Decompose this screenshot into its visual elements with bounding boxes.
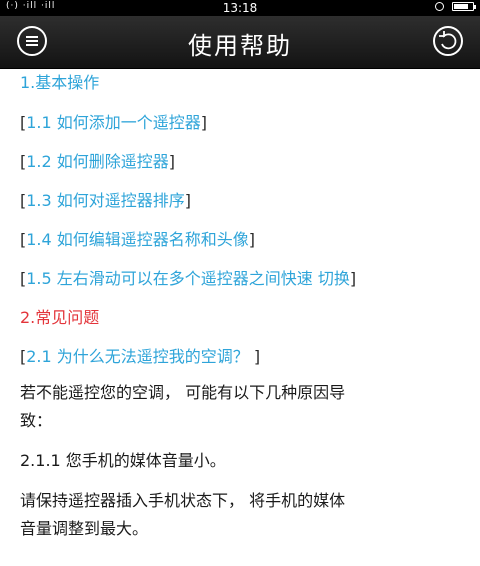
alarm-icon <box>435 2 444 11</box>
answer-line: 音量调整到最大。 <box>20 519 149 538</box>
battery-icon <box>452 2 476 11</box>
status-time: 13:18 <box>222 1 258 15</box>
link-text: 1.3 如何对遥控器排序 <box>26 191 185 210</box>
answer-paragraph-2: 2.1.1 您手机的媒体音量小。 <box>20 451 226 470</box>
link-text: 1.5 左右滑动可以在多个遥控器之间快速 切换 <box>26 269 350 288</box>
link-text: 1.1 如何添加一个遥控器 <box>26 113 201 132</box>
help-link-1-3[interactable]: [1.3 如何对遥控器排序] <box>20 190 460 212</box>
status-right <box>435 2 476 11</box>
page-title: 使用帮助 <box>188 32 292 60</box>
title-bar: 使用帮助 <box>0 16 480 69</box>
section-heading-faq: 2.常见问题 <box>20 308 100 327</box>
link-text: 1.4 如何编辑遥控器名称和头像 <box>26 230 249 249</box>
link-text: 1.2 如何删除遥控器 <box>26 152 169 171</box>
battery-fill <box>454 4 468 9</box>
status-bar: (·) ·ill ·ill 13:18 <box>0 0 480 16</box>
section-heading-basic: 1.基本操作 <box>20 73 100 92</box>
help-link-2-1[interactable]: [2.1 为什么无法遥控我的空调？ ] <box>20 346 460 368</box>
answer-paragraph-3: 请保持遥控器插入手机状态下， 将手机的媒体 音量调整到最大。 <box>20 487 460 543</box>
back-arrow-icon <box>439 31 457 50</box>
help-link-1-5[interactable]: [1.5 左右滑动可以在多个遥控器之间快速 切换] <box>20 268 460 290</box>
help-content: 1.基本操作 [1.1 如何添加一个遥控器] [1.2 如何删除遥控器] [1.… <box>0 72 480 543</box>
help-link-1-2[interactable]: [1.2 如何删除遥控器] <box>20 151 460 173</box>
answer-line: 请保持遥控器插入手机状态下， 将手机的媒体 <box>20 491 346 510</box>
answer-paragraph-1: 若不能遥控您的空调， 可能有以下几种原因导 致： <box>20 379 460 435</box>
help-link-1-1[interactable]: [1.1 如何添加一个遥控器] <box>20 112 460 134</box>
back-button[interactable] <box>433 26 463 56</box>
help-link-1-4[interactable]: [1.4 如何编辑遥控器名称和头像] <box>20 229 460 251</box>
answer-line: 致： <box>20 411 53 430</box>
answer-line: 若不能遥控您的空调， 可能有以下几种原因导 <box>20 383 346 402</box>
link-text: 2.1 为什么无法遥控我的空调？ <box>26 347 249 366</box>
